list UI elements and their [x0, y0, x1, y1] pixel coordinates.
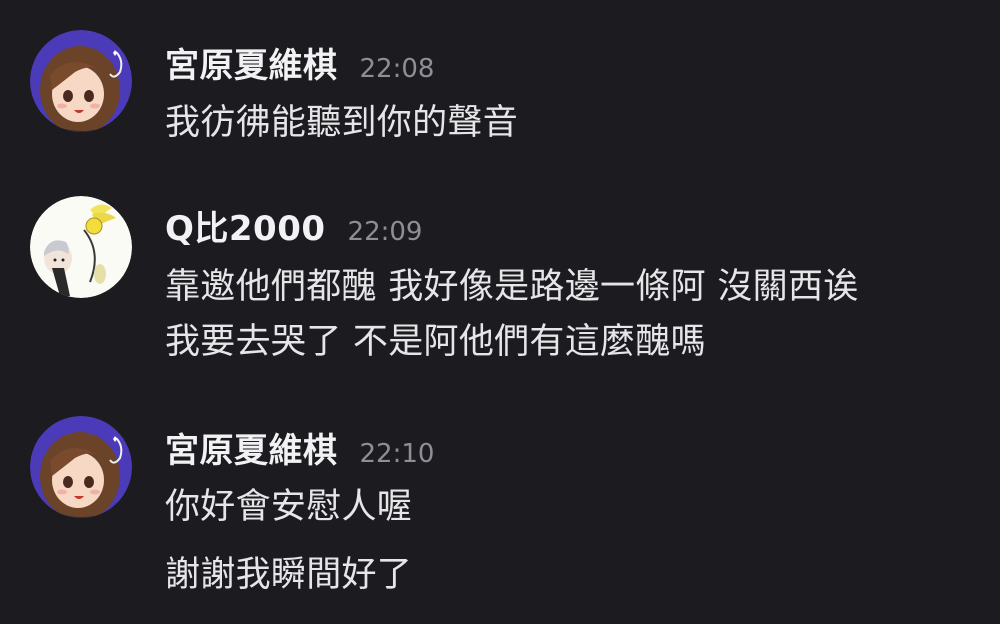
timestamp: 22:08 — [359, 54, 435, 84]
message-text: 你好會安慰人喔 — [165, 487, 413, 527]
username[interactable]: 宮原夏維棋 — [165, 38, 338, 87]
message-text: 我要去哭了 不是阿他們有這麼醜嗎 — [165, 322, 706, 362]
timestamp: 22:09 — [347, 217, 423, 247]
message-text: 我彷彿能聽到你的聲音 — [165, 103, 519, 143]
message-text: 靠邀他們都醜 我好像是路邊一條阿 沒關西诶 — [165, 267, 859, 307]
message-header: Q比2000 22:09 — [165, 201, 423, 249]
timestamp: 22:10 — [359, 439, 435, 469]
anime-girl-avatar-icon[interactable] — [30, 30, 132, 132]
chibi-character-avatar-icon[interactable] — [30, 196, 132, 298]
message-text: 謝謝我瞬間好了 — [165, 555, 413, 595]
anime-girl-avatar-icon[interactable] — [30, 416, 132, 518]
username[interactable]: 宮原夏維棋 — [165, 423, 338, 472]
message-header: 宮原夏維棋 22:08 — [165, 38, 435, 86]
username[interactable]: Q比2000 — [165, 201, 326, 250]
message-header: 宮原夏維棋 22:10 — [165, 423, 435, 471]
